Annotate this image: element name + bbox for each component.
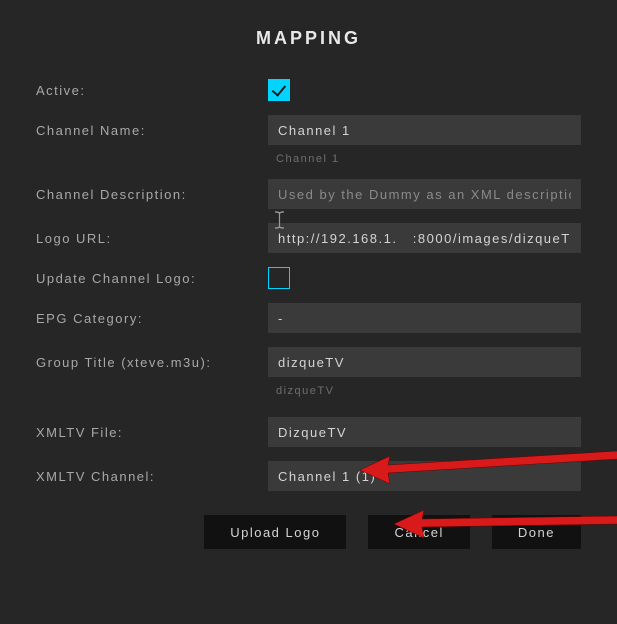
active-checkbox[interactable] (268, 79, 290, 101)
channel-description-input[interactable] (268, 179, 581, 209)
label-xmltv-file: XMLTV File: (36, 425, 268, 440)
done-button[interactable]: Done (492, 515, 581, 549)
label-active: Active: (36, 83, 268, 98)
epg-category-select[interactable]: - (268, 303, 581, 333)
mapping-panel: MAPPING Active: Channel Name: Channel 1 … (0, 0, 617, 624)
xmltv-channel-select[interactable]: Channel 1 (1) (268, 461, 581, 491)
row-xmltv-channel: XMLTV Channel: Channel 1 (1) (36, 461, 581, 491)
upload-logo-button[interactable]: Upload Logo (204, 515, 346, 549)
xmltv-file-value: DizqueTV (278, 425, 347, 440)
logo-url-input[interactable] (268, 223, 581, 253)
channel-name-helper: Channel 1 (268, 153, 340, 165)
row-channel-name: Channel Name: (36, 115, 581, 145)
label-update-channel-logo: Update Channel Logo: (36, 271, 268, 286)
row-channel-description: Channel Description: (36, 179, 581, 209)
row-update-channel-logo: Update Channel Logo: (36, 267, 581, 289)
label-logo-url: Logo URL: (36, 231, 268, 246)
label-channel-description: Channel Description: (36, 187, 268, 202)
mapping-form: Active: Channel Name: Channel 1 Channel … (36, 79, 581, 549)
button-row: Upload Logo Cancel Done (36, 515, 581, 549)
cancel-button[interactable]: Cancel (368, 515, 469, 549)
epg-category-value: - (278, 311, 284, 326)
xmltv-file-select[interactable]: DizqueTV (268, 417, 581, 447)
row-group-title: Group Title (xteve.m3u): (36, 347, 581, 377)
label-group-title: Group Title (xteve.m3u): (36, 355, 268, 370)
update-channel-logo-checkbox[interactable] (268, 267, 290, 289)
channel-name-input[interactable] (268, 115, 581, 145)
row-xmltv-file: XMLTV File: DizqueTV (36, 417, 581, 447)
group-title-input[interactable] (268, 347, 581, 377)
row-logo-url: Logo URL: (36, 223, 581, 253)
xmltv-channel-value: Channel 1 (1) (278, 469, 376, 484)
label-epg-category: EPG Category: (36, 311, 268, 326)
label-channel-name: Channel Name: (36, 123, 268, 138)
row-active: Active: (36, 79, 581, 101)
label-xmltv-channel: XMLTV Channel: (36, 469, 268, 484)
group-title-helper: dizqueTV (268, 385, 334, 397)
row-epg-category: EPG Category: - (36, 303, 581, 333)
page-title: MAPPING (36, 28, 581, 49)
